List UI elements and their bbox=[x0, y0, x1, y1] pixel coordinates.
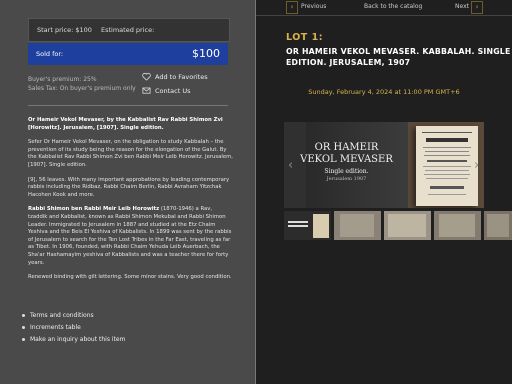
main-lot-image[interactable]: OR HAMEIR VEKOL MEVASER Single edition. … bbox=[284, 122, 484, 208]
envelope-icon bbox=[142, 87, 151, 94]
terms-link[interactable]: Terms and conditions bbox=[22, 309, 125, 321]
buyers-premium: Buyer's premium: 25% bbox=[28, 76, 97, 83]
sold-box: Sold for: $100 bbox=[28, 43, 228, 65]
image-prev-arrow[interactable]: ‹ bbox=[288, 158, 293, 173]
contact-us-button[interactable]: Contact Us bbox=[142, 86, 191, 95]
price-box: Start price: $100 Estimated price: bbox=[28, 18, 230, 42]
lot-navigation: ‹ Previous Back to the catalog Next › bbox=[256, 0, 512, 14]
add-to-favorites-button[interactable]: Add to Favorites bbox=[142, 72, 208, 81]
previous-arrow-button[interactable]: ‹ bbox=[286, 1, 298, 14]
image-subtitle: Single edition. bbox=[324, 168, 369, 175]
author-bio: (1870-1946) a Rav, tzaddik and Kabbalist… bbox=[28, 206, 232, 266]
image-caption: OR HAMEIR VEKOL MEVASER Single edition. … bbox=[284, 142, 409, 183]
next-link[interactable]: Next bbox=[455, 3, 469, 10]
premium-info: Buyer's premium: 25% Sales Tax: On buyer… bbox=[28, 75, 136, 93]
thumbnail[interactable] bbox=[284, 211, 331, 240]
image-title: VEKOL MEVASER bbox=[300, 153, 393, 165]
description-paragraph: Renewed binding with gilt lettering. Som… bbox=[28, 274, 232, 281]
inquiry-link[interactable]: Make an inquiry about this item bbox=[22, 333, 125, 345]
lot-number: LOT 1: bbox=[286, 32, 323, 43]
lot-header-panel: ‹ Previous Back to the catalog Next › LO… bbox=[256, 0, 512, 384]
sold-value: $100 bbox=[192, 47, 220, 60]
book-title-page bbox=[416, 126, 478, 206]
description-heading: Or Hameir Vekol Mevaser, by the Kabbalis… bbox=[28, 117, 223, 131]
author-name: Rabbi Shimon ben Rabbi Meir Leib Horowit… bbox=[28, 206, 160, 213]
lot-description: Or Hameir Vekol Mevaser, by the Kabbalis… bbox=[28, 117, 233, 289]
thumbnail[interactable] bbox=[384, 211, 431, 240]
description-paragraph: Rabbi Shimon ben Rabbi Meir Leib Horowit… bbox=[28, 206, 233, 267]
lot-details-panel: Start price: $100 Estimated price: Sold … bbox=[0, 0, 256, 384]
favorites-label: Add to Favorites bbox=[155, 72, 208, 81]
thumbnail[interactable] bbox=[484, 211, 512, 240]
start-price: Start price: $100 bbox=[37, 26, 92, 34]
description-paragraph: [9], 56 leaves. With many important appr… bbox=[28, 176, 230, 198]
previous-link[interactable]: Previous bbox=[301, 3, 326, 10]
image-place: Jerusalem 1907 bbox=[326, 176, 367, 182]
thumbnail[interactable] bbox=[434, 211, 481, 240]
sold-label: Sold for: bbox=[36, 50, 64, 58]
image-title: OR HAMEIR bbox=[314, 142, 379, 153]
lot-title: Or Hameir Vekol Mevaser. Kabbalah. Singl… bbox=[286, 47, 511, 67]
info-links: Terms and conditions Increments table Ma… bbox=[22, 309, 125, 345]
thumbnail[interactable] bbox=[334, 211, 381, 240]
heart-icon bbox=[142, 72, 151, 81]
nav-divider bbox=[256, 15, 512, 16]
next-arrow-button[interactable]: › bbox=[471, 1, 483, 14]
thumbnail-strip bbox=[284, 211, 512, 240]
description-paragraph: Sefer Or Hameir Vekol Mevaser, on the ob… bbox=[28, 139, 233, 168]
image-next-arrow[interactable]: › bbox=[474, 158, 479, 173]
auction-date: Sunday, February 4, 2024 at 11:00 PM GMT… bbox=[308, 88, 460, 96]
contact-label: Contact Us bbox=[155, 86, 191, 95]
sales-tax: Sales Tax: On buyer's premium only bbox=[28, 85, 136, 92]
divider bbox=[28, 105, 228, 106]
estimated-price: Estimated price: bbox=[101, 26, 155, 34]
back-to-catalog-link[interactable]: Back to the catalog bbox=[364, 3, 422, 10]
increments-link[interactable]: Increments table bbox=[22, 321, 125, 333]
